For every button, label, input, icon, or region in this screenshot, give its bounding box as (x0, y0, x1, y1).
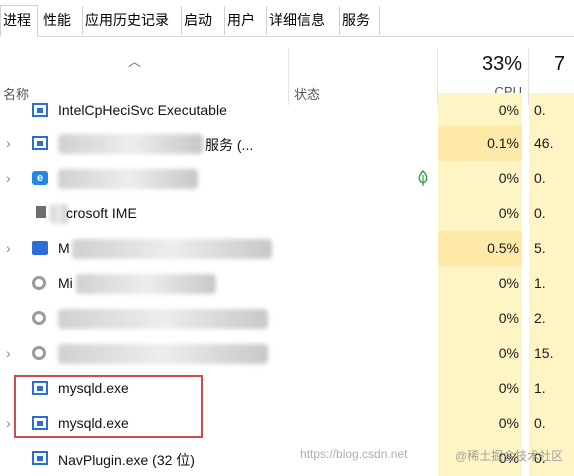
process-name: Mi (58, 275, 73, 291)
memory-cell: 2. (529, 301, 574, 336)
tab-services[interactable]: 服务 (340, 6, 380, 35)
gear-icon (32, 346, 46, 360)
cpu-cell: 0% (438, 301, 522, 336)
memory-cell: 1. (529, 266, 574, 301)
memory-cell: 5. (529, 231, 574, 266)
expand-chevron-icon[interactable]: › (6, 135, 11, 151)
cpu-cell: 0% (438, 93, 522, 128)
cpu-cell: 0.1% (438, 126, 522, 161)
memory-cell: 0. (529, 196, 574, 231)
expand-chevron-icon[interactable]: › (6, 415, 11, 431)
window-icon (32, 103, 48, 117)
sort-up-icon[interactable]: ︿ (128, 51, 141, 70)
table-row[interactable]: crosoft IME 0% 0. (0, 196, 574, 231)
tab-app-history[interactable]: 应用历史记录 (83, 6, 182, 35)
keyboard-icon (32, 241, 48, 255)
expand-chevron-icon[interactable]: › (6, 345, 11, 361)
tab-performance[interactable]: 性能 (41, 6, 83, 35)
tab-bar: 进程 性能 应用历史记录 启动 用户 详细信息 服务 (0, 0, 574, 37)
small-app-icon (36, 206, 46, 218)
redacted-text (58, 309, 268, 329)
table-row[interactable]: mysqld.exe 0% 1. (0, 371, 574, 406)
table-row[interactable]: IntelCpHeciSvc Executable 0% 0. (0, 93, 574, 128)
expand-chevron-icon[interactable]: › (6, 240, 11, 256)
redacted-text (58, 344, 268, 364)
memory-cell: 46. (529, 126, 574, 161)
memory-cell: 1. (529, 371, 574, 406)
memory-cell: 0. (529, 93, 574, 128)
cpu-cell: 0% (438, 161, 522, 196)
table-row[interactable]: 0% 2. (0, 301, 574, 336)
process-name: IntelCpHeciSvc Executable (58, 102, 227, 118)
table-row[interactable]: › e 0% 0. (0, 161, 574, 196)
process-name: NavPlugin.exe (32 位) (58, 452, 195, 468)
watermark-url: https://blog.csdn.net (300, 447, 408, 461)
watermark-brand: @稀土掘金技术社区 (455, 449, 564, 463)
redacted-text (58, 169, 198, 189)
table-row[interactable]: › M 0.5% 5. (0, 231, 574, 266)
cpu-cell: 0% (438, 406, 522, 441)
table-row[interactable]: › 0% 15. (0, 336, 574, 371)
table-row[interactable]: › 服务 (... 0.1% 46. (0, 126, 574, 161)
window-icon (32, 381, 48, 395)
table-row[interactable]: › mysqld.exe 0% 0. (0, 406, 574, 441)
process-name: mysqld.exe (58, 380, 129, 396)
process-name: M (58, 240, 70, 256)
tab-startup[interactable]: 启动 (182, 6, 225, 35)
process-name: mysqld.exe (58, 415, 129, 431)
tab-processes[interactable]: 进程 (0, 5, 38, 37)
leaf-icon (418, 170, 428, 186)
cpu-cell: 0.5% (438, 231, 522, 266)
edge-icon: e (32, 171, 48, 185)
process-name: crosoft IME (66, 205, 137, 221)
gear-icon (32, 311, 46, 325)
process-list: IntelCpHeciSvc Executable 0% 0. › 服务 (..… (0, 93, 574, 476)
cpu-total-percent[interactable]: 33% (438, 53, 522, 76)
tab-details[interactable]: 详细信息 (267, 6, 340, 35)
table-row[interactable]: Mi 0% 1. (0, 266, 574, 301)
tab-users[interactable]: 用户 (225, 6, 267, 35)
cpu-cell: 0% (438, 196, 522, 231)
memory-cell: 15. (529, 336, 574, 371)
process-name: 服务 (... (205, 137, 254, 153)
redacted-text (72, 239, 272, 259)
redacted-text (58, 134, 203, 154)
gear-icon (32, 276, 46, 290)
window-icon (32, 416, 48, 430)
window-icon (32, 451, 48, 465)
memory-total-percent[interactable]: 7 (554, 53, 565, 76)
cpu-cell: 0% (438, 336, 522, 371)
cpu-cell: 0% (438, 266, 522, 301)
memory-cell: 0. (529, 406, 574, 441)
expand-chevron-icon[interactable]: › (6, 170, 11, 186)
memory-cell: 0. (529, 161, 574, 196)
redacted-text (76, 274, 216, 294)
window-icon (32, 136, 48, 150)
cpu-cell: 0% (438, 371, 522, 406)
